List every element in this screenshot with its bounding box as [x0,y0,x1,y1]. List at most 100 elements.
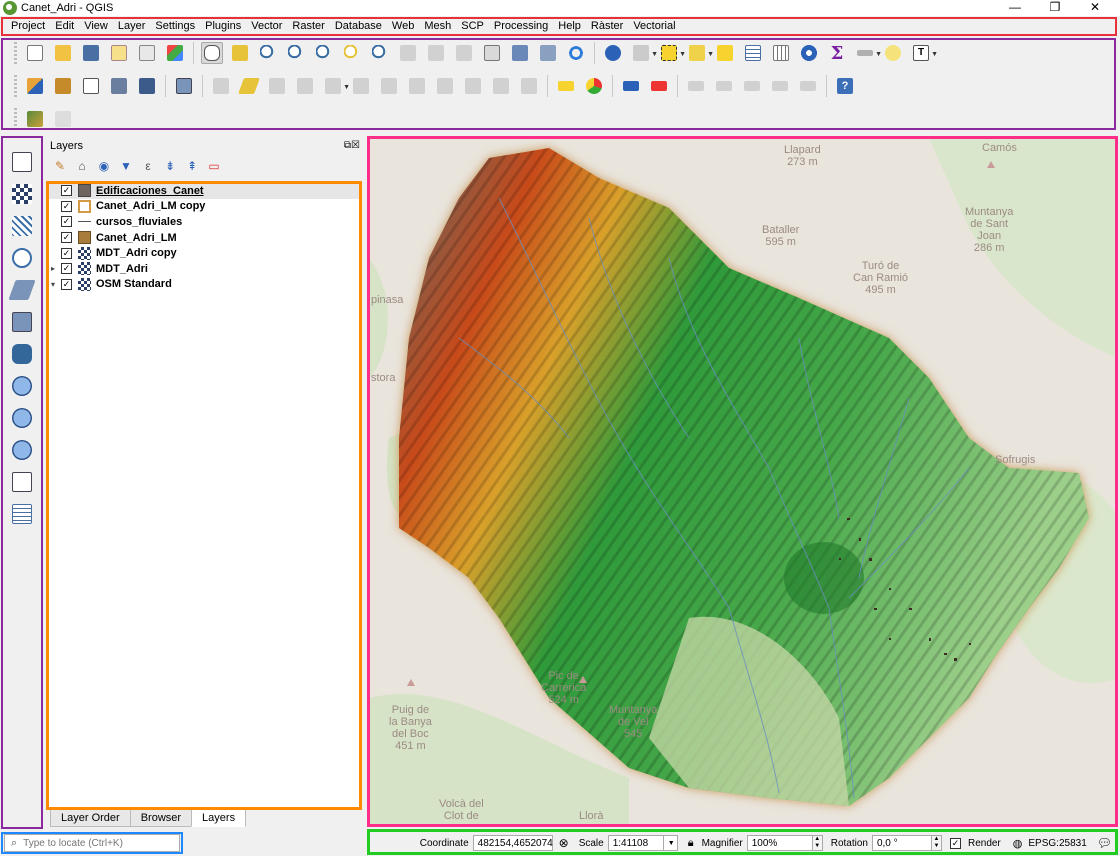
toolbar-grip[interactable] [14,75,17,97]
add-delimited-text-icon[interactable] [9,245,35,271]
diagram-options-icon[interactable] [583,75,605,97]
rotate-label-icon[interactable] [741,75,763,97]
remove-layer-icon[interactable]: ▭ [206,158,222,174]
zoom-next-icon[interactable] [453,42,475,64]
crs-globe-icon[interactable]: ◍ [1013,837,1023,850]
expand-toggle[interactable]: ▸ [47,264,59,273]
label-properties-icon[interactable] [797,75,819,97]
select-features-icon[interactable]: ▼ [658,42,686,64]
layer-row-osm-standard[interactable]: ▾ ✓ OSM Standard [47,277,359,293]
new-spatialite-layer-icon[interactable] [108,75,130,97]
scale-dropdown-arrow-icon[interactable]: ▼ [663,835,678,851]
identify-features-icon[interactable] [602,42,624,64]
messages-icon[interactable]: 💬︎ [1097,836,1112,850]
paste-features-icon[interactable] [462,75,484,97]
layer-visibility-checkbox[interactable]: ✓ [61,216,72,228]
current-edits-icon[interactable] [210,75,232,97]
label-toolbar-icon[interactable] [555,75,577,97]
new-print-layout-icon[interactable] [108,42,130,64]
toolbar-grip[interactable] [14,42,17,64]
menu-raster[interactable]: Raster [287,20,329,32]
crs-button[interactable]: EPSG:25831 [1028,838,1086,849]
menu-project[interactable]: Project [6,20,50,32]
toolbar-grip[interactable] [14,108,17,130]
map-canvas[interactable]: Llapard 273 m Camós Muntanya de Sant Joa… [369,138,1118,826]
toolbox-gear-icon[interactable] [798,42,820,64]
measure-line-icon[interactable]: ▼ [854,42,882,64]
layer-row-mdt-adri[interactable]: ▸ ✓ MDT_Adri [47,261,359,277]
layer-visibility-checkbox[interactable]: ✓ [61,278,72,290]
add-mesh-layer-icon[interactable] [9,213,35,239]
style-manager-icon[interactable] [164,42,186,64]
expand-all-icon[interactable]: ⇟ [162,158,178,174]
show-hide-labels-icon[interactable] [685,75,707,97]
menu-raster-ca[interactable]: Ràster [586,20,628,32]
refresh-icon[interactable] [565,42,587,64]
scp-layer-icon[interactable] [52,108,74,130]
close-button[interactable]: ✕ [1080,0,1110,16]
field-calculator-icon[interactable] [770,42,792,64]
menu-vector[interactable]: Vector [246,20,287,32]
modify-attributes-icon[interactable] [350,75,372,97]
layer-row-mdt-adri-copy[interactable]: ✓ MDT_Adri copy [47,245,359,261]
filter-by-expression-icon[interactable]: ε [140,158,156,174]
new-geopackage-layer-icon[interactable] [52,75,74,97]
menu-database[interactable]: Database [330,20,387,32]
tab-layers[interactable]: Layers [191,809,247,827]
zoom-to-selection-icon[interactable] [341,42,363,64]
layer-row-cursos-fluviales[interactable]: ✓ cursos_fluviales [47,214,359,230]
pan-to-selection-icon[interactable] [229,42,251,64]
layer-visibility-checkbox[interactable]: ✓ [61,247,72,259]
delete-selected-icon[interactable] [378,75,400,97]
bookmark-icon[interactable] [509,42,531,64]
statistics-sigma-icon[interactable]: Σ [826,42,848,64]
layer-row-edificaciones-canet[interactable]: ✓ Edificaciones_Canet [47,183,359,199]
zoom-native-resolution-icon[interactable] [397,42,419,64]
filter-legend-icon[interactable]: ▼ [118,158,134,174]
highlight-pinned-labels-icon[interactable] [620,75,642,97]
magnifier-field[interactable]: 100% [746,835,813,851]
help-icon[interactable]: ? [834,75,856,97]
menu-plugins[interactable]: Plugins [200,20,246,32]
add-wcs-layer-icon[interactable] [9,437,35,463]
scp-tool-icon[interactable] [24,108,46,130]
menu-help[interactable]: Help [553,20,586,32]
layout-manager-icon[interactable] [136,42,158,64]
vertex-tool-icon[interactable]: ▼ [322,75,350,97]
panel-float-close-buttons[interactable]: ⧉☒ [344,140,360,151]
zoom-in-icon[interactable] [257,42,279,64]
menu-layer[interactable]: Layer [113,20,151,32]
add-vector-layer-icon[interactable] [9,149,35,175]
new-map-view-icon[interactable] [481,42,503,64]
run-feature-action-icon[interactable]: ▼ [630,42,658,64]
toggle-extents-icon[interactable]: ⊗ [559,836,569,850]
change-label-icon[interactable] [769,75,791,97]
pin-unpin-labels-icon[interactable] [648,75,670,97]
menu-view[interactable]: View [79,20,113,32]
menu-edit[interactable]: Edit [50,20,79,32]
menu-scp[interactable]: SCP [456,20,489,32]
minimize-button[interactable]: — [1000,0,1030,16]
layer-row-canet-adri-lm-copy[interactable]: ✓ Canet_Adri_LM copy [47,199,359,215]
tab-layer-order[interactable]: Layer Order [50,809,131,827]
add-virtual-layer-icon[interactable] [9,309,35,335]
manage-visibility-icon[interactable]: ◉ [96,158,112,174]
zoom-out-icon[interactable] [285,42,307,64]
menu-settings[interactable]: Settings [150,20,200,32]
rotation-field[interactable]: 0,0 ° [871,835,932,851]
new-shapefile-layer-icon[interactable] [80,75,102,97]
undo-icon[interactable] [490,75,512,97]
deselect-features-icon[interactable] [714,42,736,64]
vector-layer-icon[interactable] [173,75,195,97]
add-arcgis-layer-icon[interactable] [9,469,35,495]
cut-features-icon[interactable] [406,75,428,97]
open-project-icon[interactable] [52,42,74,64]
show-bookmarks-icon[interactable] [537,42,559,64]
text-annotation-icon[interactable]: T ▼ [910,42,938,64]
menu-web[interactable]: Web [387,20,419,32]
add-wms-layer-icon[interactable] [9,373,35,399]
locator-search-input[interactable] [21,836,172,850]
menu-vectorial[interactable]: Vectorial [628,20,680,32]
new-project-icon[interactable] [24,42,46,64]
menu-mesh[interactable]: Mesh [419,20,456,32]
